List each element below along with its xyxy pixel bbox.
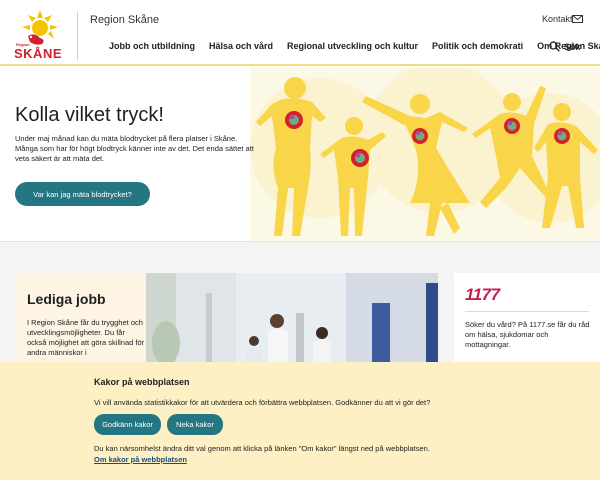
cookie-note: Du kan närsomhelst ändra ditt val genom … [94,444,430,453]
main-nav: Jobb och utbildning Hälsa och vård Regio… [109,41,600,51]
search-icon [549,41,560,52]
logo-wordmark: SKÅNE [14,46,63,61]
jobb-text: I Region Skåne får du trygghet och utvec… [27,318,145,357]
cookie-text: Vi vill använda statistikkakor för att u… [94,398,431,407]
decline-cookies-button[interactable]: Neka kakor [167,414,223,435]
hero-illustration [250,68,600,242]
hero-text: Under maj månad kan du mäta blodtrycket … [15,134,254,163]
cookie-title: Kakor på webbplatsen [94,377,190,387]
card-1177-text: Söker du vård? På 1177.se får du råd om … [465,320,590,349]
blood-pressure-button[interactable]: Var kan jag mäta blodtrycket? [15,182,150,206]
site-header: Region SKÅNE Region Skåne Kontakt Jobb o… [0,0,600,66]
jobb-title[interactable]: Lediga jobb [27,291,106,307]
hero-section: Kolla vilket tryck! Under maj månad kan … [0,68,600,242]
accept-cookies-button[interactable]: Godkänn kakor [94,414,161,435]
search-button[interactable]: Sök [549,41,581,52]
logo-1177[interactable]: 1177 [465,285,500,305]
contact-link[interactable]: Kontakt [542,14,573,24]
card-1177-divider [465,311,589,312]
nav-item-politik[interactable]: Politik och demokrati [432,41,523,51]
header-divider [77,12,78,60]
nav-item-jobb[interactable]: Jobb och utbildning [109,41,195,51]
cookie-info-link[interactable]: Om kakor på webbplatsen [94,455,187,464]
hero-title: Kolla vilket tryck! [15,104,164,126]
search-label: Sök [564,41,581,52]
nav-item-halsa[interactable]: Hälsa och vård [209,41,273,51]
mail-icon[interactable] [572,15,583,23]
nav-item-regional[interactable]: Regional utveckling och kultur [287,41,418,51]
cookie-banner: Kakor på webbplatsen Vi vill använda sta… [0,362,600,480]
site-name[interactable]: Region Skåne [90,14,159,26]
